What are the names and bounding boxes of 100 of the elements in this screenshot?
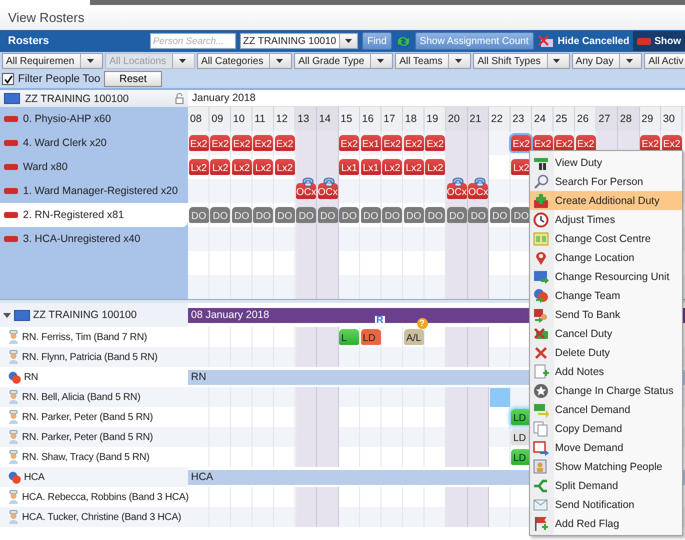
on-call-chip[interactable]: OCx [296, 183, 316, 199]
filter-dropdown[interactable]: Any Day [572, 53, 642, 69]
dropdown-arrow-icon[interactable] [86, 59, 94, 63]
duty-chip[interactable]: Lx2 [210, 159, 230, 175]
filter-dropdown[interactable]: All Categories [197, 53, 292, 69]
day-off-chip[interactable]: DO [296, 207, 316, 223]
day-off-chip[interactable]: DO [425, 207, 446, 223]
person-name[interactable]: HCA. Rebecca, Robbins (Band 3 HCA) [22, 492, 189, 502]
duty-chip[interactable]: Lx2 [425, 159, 446, 175]
on-call-chip[interactable]: OCx [318, 183, 338, 199]
duty-chip[interactable]: Lx2 [232, 159, 252, 175]
filter-dropdown[interactable]: All Activ [644, 53, 685, 69]
dropdown-arrow-icon[interactable] [376, 59, 384, 63]
menu-item[interactable]: Add Red Flag [530, 514, 682, 533]
hide-cancelled-label[interactable]: Hide Cancelled [558, 36, 630, 46]
duty-chip[interactable]: Ex2 [532, 135, 553, 151]
day-off-chip[interactable]: DO [210, 207, 230, 223]
day-off-chip[interactable]: DO [446, 207, 467, 223]
day-off-chip[interactable]: DO [360, 207, 381, 223]
duty-chip[interactable]: Lx2 [382, 159, 402, 175]
menu-item[interactable]: Change Team [530, 286, 682, 305]
duty-chip[interactable]: Ex1 [360, 135, 381, 151]
day-off-chip[interactable]: DO [490, 207, 510, 223]
menu-item[interactable]: Create Additional Duty [530, 191, 682, 210]
cancelled-duty-icon[interactable] [538, 34, 554, 48]
shift-chip[interactable]: LD [360, 329, 381, 345]
menu-item[interactable]: Send To Bank [530, 305, 682, 324]
menu-item[interactable]: Send Notification [530, 495, 682, 514]
filter-people-checkbox[interactable] [2, 73, 14, 85]
day-off-chip[interactable]: DO [318, 207, 338, 223]
refresh-icon[interactable] [396, 34, 411, 48]
person-search-field[interactable]: Person Search... [150, 33, 236, 49]
duty-chip[interactable]: Ex2 [511, 135, 532, 151]
dropdown-arrow-icon[interactable] [344, 39, 352, 43]
duty-chip[interactable]: Ex2 [232, 135, 252, 151]
requirement-item[interactable]: 3. HCA-Unregistered x40 [0, 227, 188, 251]
day-off-chip[interactable]: DO [511, 207, 532, 223]
duty-chip[interactable]: Ex2 [382, 135, 402, 151]
menu-item[interactable]: Copy Demand [530, 419, 682, 438]
menu-item[interactable]: Change Resourcing Unit [530, 267, 682, 286]
menu-item[interactable]: Delete Duty [530, 343, 682, 362]
dropdown-arrow-icon[interactable] [626, 59, 633, 63]
dropdown-arrow-icon[interactable] [454, 59, 462, 63]
filter-dropdown[interactable]: All Teams [395, 53, 472, 69]
duty-chip[interactable]: Ex2 [274, 135, 295, 151]
shift-chip[interactable]: LD [511, 449, 532, 465]
duty-chip[interactable]: Ex2 [253, 135, 274, 151]
person-name[interactable]: RN. Parker, Peter (Band 5 RN) [22, 412, 153, 422]
day-off-chip[interactable]: DO [339, 207, 360, 223]
duty-chip[interactable]: Lx1 [360, 159, 381, 175]
day-off-chip[interactable]: DO [253, 207, 274, 223]
shift-chip[interactable]: L [339, 329, 360, 345]
dropdown-arrow-icon[interactable] [553, 59, 560, 63]
filter-dropdown[interactable]: All Grade Type [294, 53, 394, 69]
duty-chip[interactable]: Ex2 [640, 135, 660, 151]
menu-item[interactable]: Cancel Duty [530, 324, 682, 343]
person-name[interactable]: RN. Bell, Alicia (Band 5 RN) [22, 392, 140, 402]
day-off-chip[interactable]: DO [382, 207, 402, 223]
person-name[interactable]: HCA. Tucker, Christine (Band 3 HCA) [22, 512, 182, 522]
menu-item[interactable]: Move Demand [530, 438, 682, 457]
menu-item[interactable]: Adjust Times [530, 210, 682, 229]
shift-chip[interactable]: LD [511, 429, 532, 445]
requirement-item[interactable]: Ward x80 [0, 155, 188, 179]
duty-chip[interactable]: Ex2 [662, 135, 682, 151]
duty-chip[interactable]: Lx2 [188, 159, 209, 175]
dropdown-arrow-icon[interactable] [276, 59, 283, 63]
requirement-item[interactable]: 4. Ward Clerk x20 [0, 131, 188, 155]
duty-chip[interactable]: Ex2 [576, 135, 596, 151]
lock-icon[interactable] [175, 93, 184, 104]
duty-chip[interactable]: Ex2 [210, 135, 230, 151]
person-name[interactable]: RN. Ferriss, Tim (Band 7 RN) [22, 332, 147, 342]
menu-item[interactable]: Search For Person [530, 172, 682, 191]
requirement-item[interactable]: 0. Physio-AHP x60 [0, 107, 188, 131]
day-off-chip[interactable]: DO [232, 207, 252, 223]
duty-chip[interactable]: Ex2 [425, 135, 446, 151]
menu-item[interactable]: View Duty [530, 153, 682, 172]
menu-item[interactable]: Change Cost Centre [530, 229, 682, 248]
menu-item[interactable]: Change Location [530, 248, 682, 267]
unit-select[interactable]: ZZ TRAINING 10010 [240, 33, 358, 49]
filter-dropdown[interactable]: All Shift Types [473, 53, 570, 69]
filter-dropdown[interactable]: All Requiremen [2, 53, 104, 69]
show-button[interactable]: Show [633, 31, 685, 51]
duty-chip[interactable]: Ex2 [339, 135, 360, 151]
shift-chip[interactable]: LD [511, 409, 532, 425]
duty-chip[interactable]: Ex2 [404, 135, 424, 151]
team-name[interactable]: RN [24, 372, 38, 382]
duty-chip[interactable]: Lx2 [253, 159, 274, 175]
person-name[interactable]: RN. Parker, Peter (Band 5 RN) [22, 432, 153, 442]
team-name[interactable]: HCA [24, 472, 45, 482]
duty-chip[interactable]: Ex2 [554, 135, 574, 151]
duty-chip[interactable]: Lx2 [511, 159, 532, 175]
day-off-chip[interactable]: DO [468, 207, 488, 223]
on-call-chip[interactable]: OCx [446, 183, 467, 199]
duty-chip[interactable]: Ex2 [188, 135, 209, 151]
day-off-chip[interactable]: DO [404, 207, 424, 223]
on-call-chip[interactable]: OCx [468, 183, 488, 199]
duty-chip[interactable]: Lx2 [274, 159, 295, 175]
reset-button[interactable]: Reset [104, 71, 162, 87]
day-off-chip[interactable]: DO [188, 207, 209, 223]
requirement-item[interactable]: 2. RN-Registered x81 [0, 203, 188, 227]
